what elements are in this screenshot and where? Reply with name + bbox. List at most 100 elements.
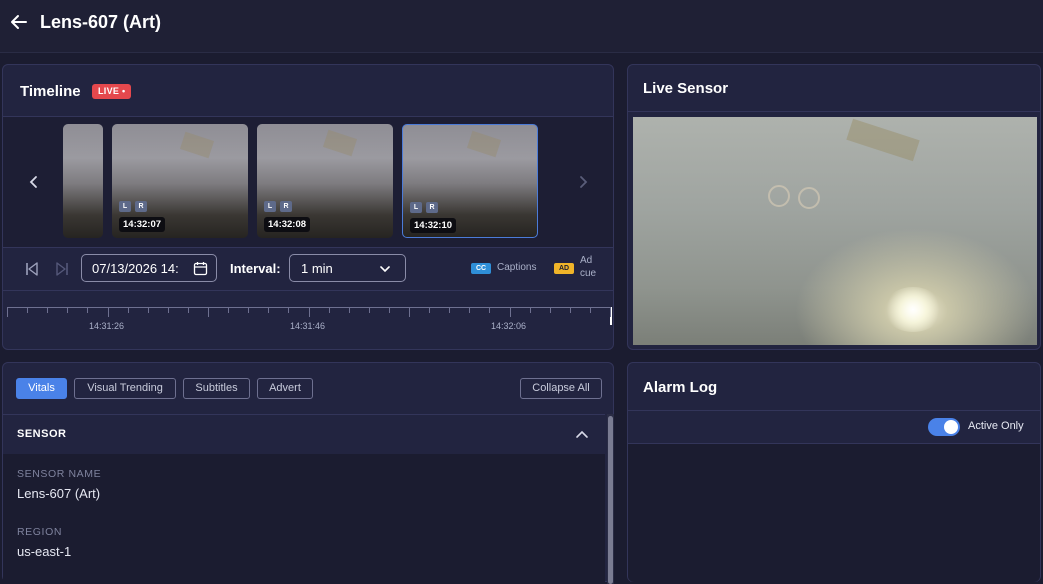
page-title: Lens-607 (Art) [40,12,162,32]
ruler-tick [47,307,49,313]
ruler-tick [107,307,109,317]
live-sensor-panel: Live Sensor [627,64,1041,350]
ruler-tick [509,307,511,317]
timeline-title: Timeline [20,83,81,100]
app-header: Lens-607 (Art) [0,0,1043,53]
ruler-tick [308,307,310,317]
tab-visual-trending[interactable]: Visual Trending [74,378,176,399]
thumbnail-0[interactable]: L R 14:32:07 [112,124,248,238]
date-time-input[interactable]: 07/13/2026 14: [81,254,217,282]
left-tag: L [119,201,131,212]
ruler-label: 14:32:06 [491,321,527,331]
ruler-tick [208,307,209,317]
live-video-feed[interactable] [633,117,1037,345]
ruler-tick [469,307,471,313]
ruler-tick [27,307,29,313]
date-value: 07/13/2026 14: [92,261,179,276]
alarm-log-list [628,444,1040,582]
tab-vitals[interactable]: Vitals [16,378,67,399]
ruler-tick [127,307,129,313]
thumbnail-partial[interactable] [63,124,103,238]
thumbnail-2-selected[interactable]: L R 14:32:10 [402,124,538,238]
ruler-tick [589,307,591,313]
decor [466,130,502,158]
right-tag: R [280,201,292,212]
decor [883,287,943,332]
ruler-tick [569,307,571,313]
ruler-tick [409,307,410,317]
ruler-tick [7,307,8,317]
ruler-tick [248,307,250,313]
decor [768,185,790,207]
interval-label: Interval: [230,261,281,276]
thumbnail-time: 14:32:07 [119,217,166,232]
active-only-label[interactable]: Active Only [968,420,1024,432]
field-label-sensor-name: SENSOR NAME [17,468,102,480]
toggle-knob [944,420,958,434]
timeline-panel: Timeline LIVE • L R 14:32:07 L R 14:32:0… [2,64,614,350]
ruler-tick [87,307,89,313]
ruler-tick [228,307,230,313]
thumbnail-time: 14:32:10 [410,218,457,233]
chevron-right-icon[interactable] [576,175,590,189]
live-sensor-title: Live Sensor [643,80,729,97]
decor [322,129,358,157]
decor [798,187,820,209]
ruler-label: 14:31:46 [290,321,326,331]
tab-subtitles[interactable]: Subtitles [183,378,250,399]
chevron-up-icon[interactable] [575,428,589,442]
captions-label[interactable]: Captions [497,262,536,273]
ruler-tick [368,307,370,313]
ad-cue-icon[interactable]: AD [554,263,574,274]
alarm-log-title: Alarm Log [643,379,718,396]
timeline-ruler[interactable]: 14:31:26 14:31:46 14:32:06 [3,291,613,349]
ad-cue-label[interactable]: Ad cue [580,254,610,280]
captions-icon[interactable]: CC [471,263,491,274]
divider [628,111,1040,112]
alarm-log-panel: Alarm Log Active Only [627,362,1041,582]
interval-value: 1 min [301,261,333,276]
left-tag: L [264,201,276,212]
sensor-section-header[interactable]: SENSOR [3,414,605,455]
interval-select[interactable]: 1 min [289,254,406,282]
calendar-icon[interactable] [193,261,208,276]
field-value-region: us-east-1 [17,544,72,559]
ruler-tick [529,307,531,313]
timeline-controls: 07/13/2026 14: Interval: 1 min CC Captio… [3,248,613,290]
ruler-tick [167,307,169,313]
ruler-tick [610,307,611,317]
right-tag: R [426,202,438,213]
decor [179,131,215,159]
active-only-toggle[interactable] [928,418,960,436]
thumbnail-1[interactable]: L R 14:32:08 [257,124,393,238]
ruler-tick [449,307,451,313]
ruler-tick [489,307,491,313]
decor [846,118,920,162]
ruler-tick [67,307,69,313]
ruler-tick [328,307,330,313]
scrollbar-thumb[interactable] [608,416,613,584]
ruler-tick [187,307,189,313]
tab-advert[interactable]: Advert [257,378,313,399]
skip-end-icon[interactable] [54,261,70,277]
collapse-all-button[interactable]: Collapse All [520,378,602,399]
scrollbar[interactable] [607,414,614,584]
right-tag: R [135,201,147,212]
ruler-tick [268,307,270,313]
left-tag: L [410,202,422,213]
ruler-tick [348,307,350,313]
thumbnail-time: 14:32:08 [264,217,311,232]
divider [628,410,1040,411]
ruler-tick [147,307,149,313]
chevron-left-icon[interactable] [27,175,41,189]
ruler-tick [388,307,390,313]
skip-start-icon[interactable] [24,261,40,277]
ruler-tick [429,307,431,313]
ruler-tick [549,307,551,313]
back-arrow-icon[interactable] [10,13,28,31]
section-title: SENSOR [17,428,67,440]
thumbnail-strip: L R 14:32:07 L R 14:32:08 L R 14:32:10 [3,117,613,247]
ruler-label: 14:31:26 [89,321,125,331]
live-badge: LIVE • [92,84,132,99]
sensor-section-body: SENSOR NAME Lens-607 (Art) REGION us-eas… [3,454,605,584]
